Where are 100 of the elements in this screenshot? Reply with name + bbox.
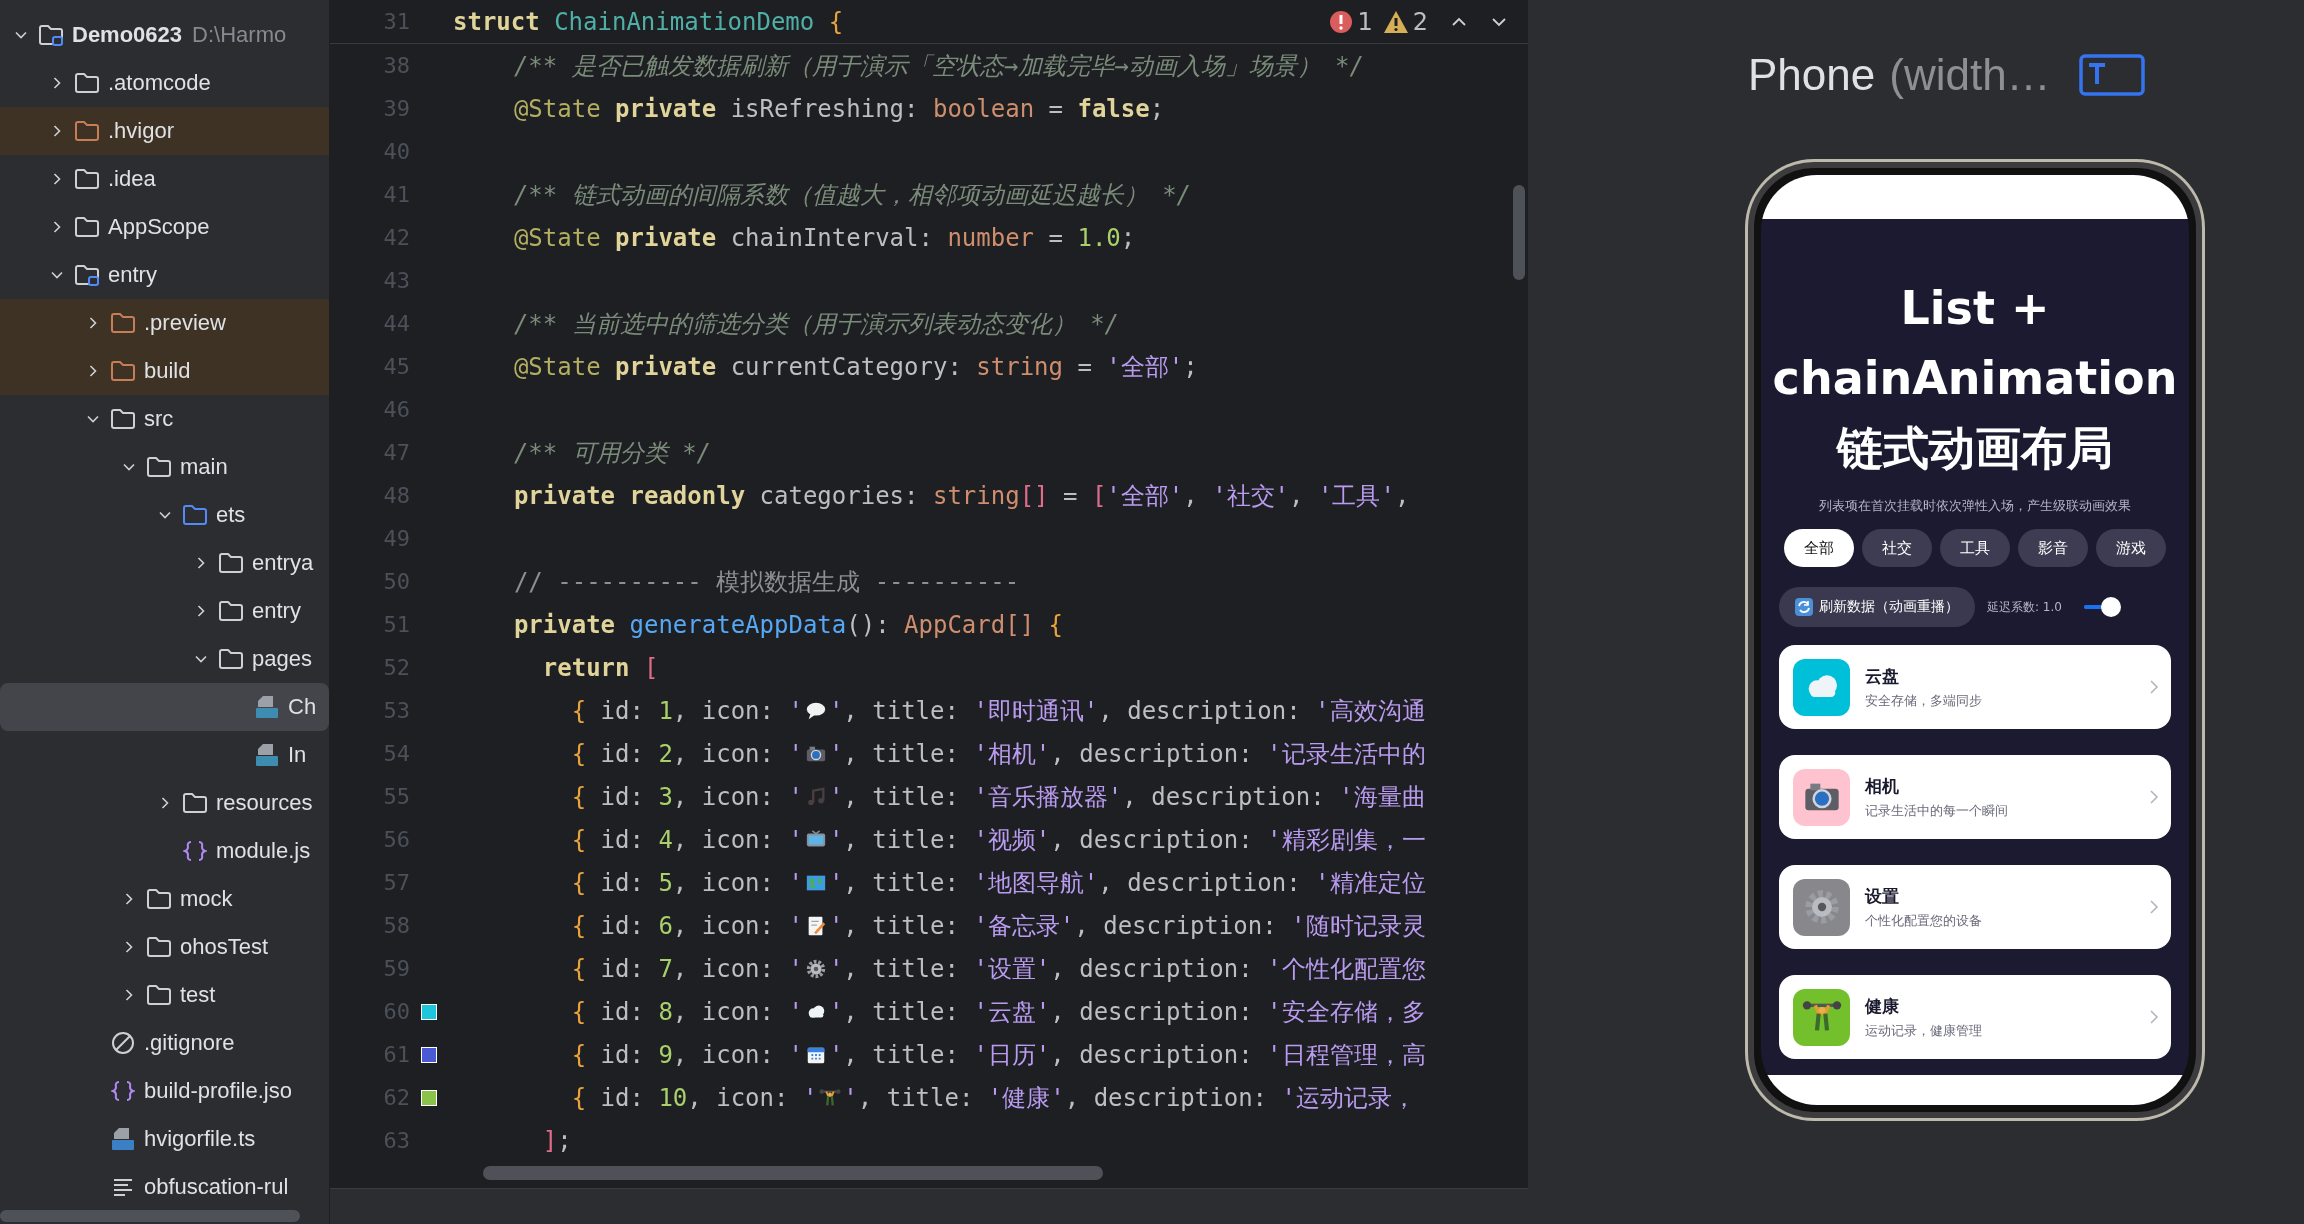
device-name: Phone xyxy=(1748,50,1876,100)
tree-item[interactable]: test xyxy=(0,971,329,1019)
app-title: List + chainAnimation 链式动画布局 xyxy=(1771,280,2179,477)
color-swatch[interactable] xyxy=(421,1003,437,1020)
tree-item[interactable]: .gitignore xyxy=(0,1019,329,1067)
warning-count[interactable]: 2 xyxy=(1412,7,1428,36)
color-swatch[interactable] xyxy=(421,1089,437,1106)
card-title: 相机 xyxy=(1865,774,1900,798)
error-icon[interactable] xyxy=(1329,9,1354,34)
code-text: // ---------- 模拟数据生成 ---------- xyxy=(512,566,1020,598)
code-text: ', title: '地图导航', description: '精准定位 xyxy=(828,867,1426,899)
code-text: ', title: '音乐播放器', description: '海量曲 xyxy=(828,781,1426,813)
folder-icon xyxy=(146,984,172,1006)
delay-label: 延迟系数: 1.0 xyxy=(1987,598,2062,616)
tree-item[interactable]: pages xyxy=(0,635,329,683)
app-subtitle: 列表项在首次挂载时依次弹性入场，产生级联动画效果 xyxy=(1818,497,2132,515)
card-title: 云盘 xyxy=(1865,664,1900,688)
code-text: { id: 7, icon: ' xyxy=(570,954,803,983)
folder-icon xyxy=(218,600,244,622)
card-description: 运动记录，健康管理 xyxy=(1865,1021,1983,1040)
code-text: { id: 5, icon: ' xyxy=(570,868,803,897)
code-text: ]; xyxy=(541,1126,572,1155)
braces-icon xyxy=(111,1079,135,1103)
folder-icon xyxy=(110,312,136,334)
code-text: { id: 10, icon: ' xyxy=(570,1083,818,1112)
folder-icon xyxy=(38,24,64,46)
code-text: ', title: '云盘', description: '安全存储，多 xyxy=(828,996,1426,1028)
tree-item[interactable]: .idea xyxy=(0,155,329,203)
color-swatch[interactable] xyxy=(421,1046,437,1063)
folder-icon xyxy=(146,888,172,910)
tree-item[interactable]: entry xyxy=(0,587,329,635)
scrollbar[interactable] xyxy=(0,1210,300,1222)
tree-item[interactable]: hvigorfile.ts xyxy=(0,1115,329,1163)
script-file-icon xyxy=(111,1127,135,1151)
folder-icon xyxy=(74,216,100,238)
tree-item[interactable]: ets xyxy=(0,491,329,539)
folder-icon xyxy=(146,936,172,958)
code-text: { id: 1, icon: ' xyxy=(570,696,803,725)
app-card[interactable]: 相机 记录生活中的每一个瞬间 xyxy=(1779,755,2171,839)
code-text: /** 是否已触发数据刷新（用于演示「空状态→加载完毕→动画入场」场景） */ xyxy=(512,50,1364,82)
error-count[interactable]: 1 xyxy=(1357,7,1373,36)
category-chip[interactable]: 工具 xyxy=(1940,529,2010,567)
category-chip[interactable]: 影音 xyxy=(2018,529,2088,567)
folder-icon xyxy=(182,504,208,526)
app-card[interactable]: 健康 运动记录，健康管理 xyxy=(1779,975,2171,1059)
tree-item[interactable]: module.js xyxy=(0,827,329,875)
slider-thumb[interactable] xyxy=(2100,597,2121,617)
tree-item[interactable]: main xyxy=(0,443,329,491)
code-text: /** 可用分类 */ xyxy=(512,437,712,469)
tree-item[interactable]: mock xyxy=(0,875,329,923)
code-text: /** 当前选中的筛选分类（用于演示列表动态变化） */ xyxy=(512,308,1120,340)
tree-item[interactable]: entry xyxy=(0,251,329,299)
folder-icon xyxy=(146,456,172,478)
code-text: /** 链式动画的间隔系数（值越大，相邻项动画延迟越长） */ xyxy=(512,179,1192,211)
tree-item[interactable]: ohosTest xyxy=(0,923,329,971)
tree-item[interactable]: .hvigor xyxy=(0,107,329,155)
folder-icon xyxy=(218,648,244,670)
code-text: ', title: '健康', description: '运动记录， xyxy=(843,1082,1416,1114)
scrollbar[interactable] xyxy=(483,1166,1103,1180)
braces-icon xyxy=(183,839,207,863)
tree-item[interactable]: entrya xyxy=(0,539,329,587)
category-chip[interactable]: 全部 xyxy=(1784,529,1854,567)
code-text: ', title: '日历', description: '日程管理，高 xyxy=(828,1039,1426,1071)
code-text: ', title: '即时通讯', description: '高效沟通 xyxy=(828,695,1426,727)
tree-item[interactable]: .atomcode xyxy=(0,59,329,107)
card-description: 个性化配置您的设备 xyxy=(1865,911,1983,930)
warning-icon[interactable] xyxy=(1382,9,1409,34)
folder-icon xyxy=(182,792,208,814)
scrollbar[interactable] xyxy=(1513,185,1525,280)
card-description: 安全存储，多端同步 xyxy=(1865,691,1983,710)
tree-item[interactable]: AppScope xyxy=(0,203,329,251)
tree-item[interactable]: build-profile.jso xyxy=(0,1067,329,1115)
project-path: D:\Harmo xyxy=(192,22,287,48)
folder-icon xyxy=(74,72,100,94)
refresh-button[interactable]: 刷新数据（动画重播） xyxy=(1779,587,1975,627)
code-text: { id: 2, icon: ' xyxy=(570,739,803,768)
code-text: @State private currentCategory: string = '全部'; xyxy=(512,351,1198,383)
code-text: { id: 4, icon: ' xyxy=(570,825,803,854)
card-description: 记录生活中的每一个瞬间 xyxy=(1865,801,2009,820)
app-card[interactable]: 云盘 安全存储，多端同步 xyxy=(1779,645,2171,729)
tree-item[interactable]: obfuscation-rul xyxy=(0,1163,329,1211)
code-text: { id: 9, icon: ' xyxy=(570,1040,803,1069)
category-chip[interactable]: 游戏 xyxy=(2096,529,2166,567)
tree-item[interactable]: resources xyxy=(0,779,329,827)
project-name[interactable]: Demo0623 xyxy=(72,22,183,48)
tree-item[interactable]: Ch xyxy=(0,683,329,731)
chevron-right-icon xyxy=(2149,1009,2159,1025)
app-card[interactable]: 设置 个性化配置您的设备 xyxy=(1779,865,2171,949)
tree-item[interactable]: src xyxy=(0,395,329,443)
tree-item[interactable]: .preview xyxy=(0,299,329,347)
text-box-icon[interactable] xyxy=(2078,54,2145,96)
folder-icon xyxy=(74,120,100,142)
category-chip[interactable]: 社交 xyxy=(1862,529,1932,567)
card-title: 健康 xyxy=(1865,994,1900,1018)
code-text: @State private chainInterval: number = 1.0; xyxy=(512,223,1136,252)
folder-icon xyxy=(110,408,136,430)
tree-item[interactable]: In xyxy=(0,731,329,779)
code-text: ', title: '备忘录', description: '随时记录灵 xyxy=(828,910,1426,942)
chevron-right-icon xyxy=(2149,789,2159,805)
tree-item[interactable]: build xyxy=(0,347,329,395)
